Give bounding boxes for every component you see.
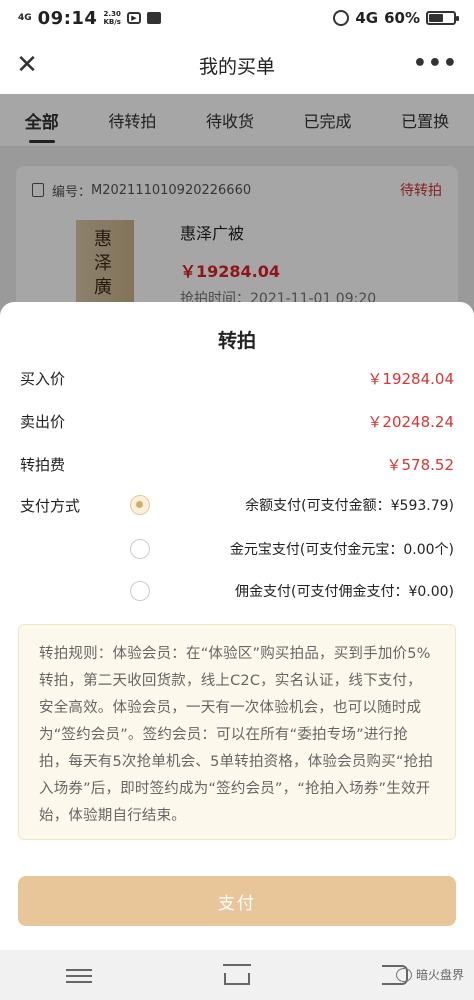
wechat-icon <box>395 967 412 982</box>
resale-sheet: 转拍 买入价 ￥19284.04 卖出价 ￥20248.24 转拍费 ￥578.… <box>0 302 474 950</box>
battery-icon <box>426 11 459 25</box>
home-icon[interactable] <box>224 973 250 985</box>
battery-percent: 60% <box>384 9 420 27</box>
signal-indicator-right: 4G <box>355 9 379 27</box>
fee-label: 转拍费 <box>20 456 66 474</box>
close-icon[interactable]: ✕ <box>12 50 42 80</box>
pay-option-commission-label: 佣金支付(可支付佣金支付：¥0.00) <box>234 584 454 600</box>
sell-price-label: 卖出价 <box>20 413 66 431</box>
resale-rules: 转拍规则：体验会员：在“体验区”购买拍品，买到手加价5%转拍，第二天收回货款，线… <box>18 624 456 840</box>
radio-gold[interactable] <box>130 539 150 559</box>
status-bar: 4G 09:14 2.30 KB/s ▶ 4G 60% <box>0 0 474 36</box>
sell-price-row: 卖出价 ￥20248.24 <box>20 411 454 432</box>
more-icon[interactable]: ••• <box>413 50 458 78</box>
watermark: 暗火盘界 <box>395 966 464 983</box>
signal-indicator: 4G <box>18 12 32 23</box>
play-icon: ▶ <box>126 12 141 24</box>
app-header: ✕ 我的买单 ••• <box>0 36 474 94</box>
fee-value: ￥578.52 <box>386 456 455 474</box>
watermark-text: 暗火盘界 <box>415 968 464 982</box>
network-speed: 2.30 KB/s <box>103 10 121 26</box>
pay-option-gold[interactable]: 金元宝支付(可支付金元宝：0.00个) <box>130 537 454 561</box>
pay-option-balance[interactable]: 余额支付(可支付金额：¥593.79) <box>130 493 454 517</box>
pay-option-gold-label: 金元宝支付(可支付金元宝：0.00个) <box>229 542 454 558</box>
buy-price-label: 买入价 <box>20 370 66 388</box>
buy-price-row: 买入价 ￥19284.04 <box>20 368 454 389</box>
sell-price-value: ￥20248.24 <box>367 413 454 431</box>
pay-option-commission[interactable]: 佣金支付(可支付佣金支付：¥0.00) <box>130 579 454 603</box>
alarm-icon <box>333 10 350 26</box>
pay-option-balance-label: 余额支付(可支付金额：¥593.79) <box>245 498 454 514</box>
fee-row: 转拍费 ￥578.52 <box>20 454 454 475</box>
radio-commission[interactable] <box>130 581 150 601</box>
app-notification-icon <box>146 12 161 24</box>
menu-icon[interactable] <box>66 965 92 985</box>
sheet-title: 转拍 <box>217 330 256 352</box>
radio-balance[interactable] <box>130 495 150 515</box>
clock: 09:14 <box>37 7 98 29</box>
page-title: 我的买单 <box>198 55 275 78</box>
pay-button[interactable]: 支付 <box>18 876 456 926</box>
buy-price-value: ￥19284.04 <box>367 370 454 388</box>
pay-method-label: 支付方式 <box>20 497 81 515</box>
